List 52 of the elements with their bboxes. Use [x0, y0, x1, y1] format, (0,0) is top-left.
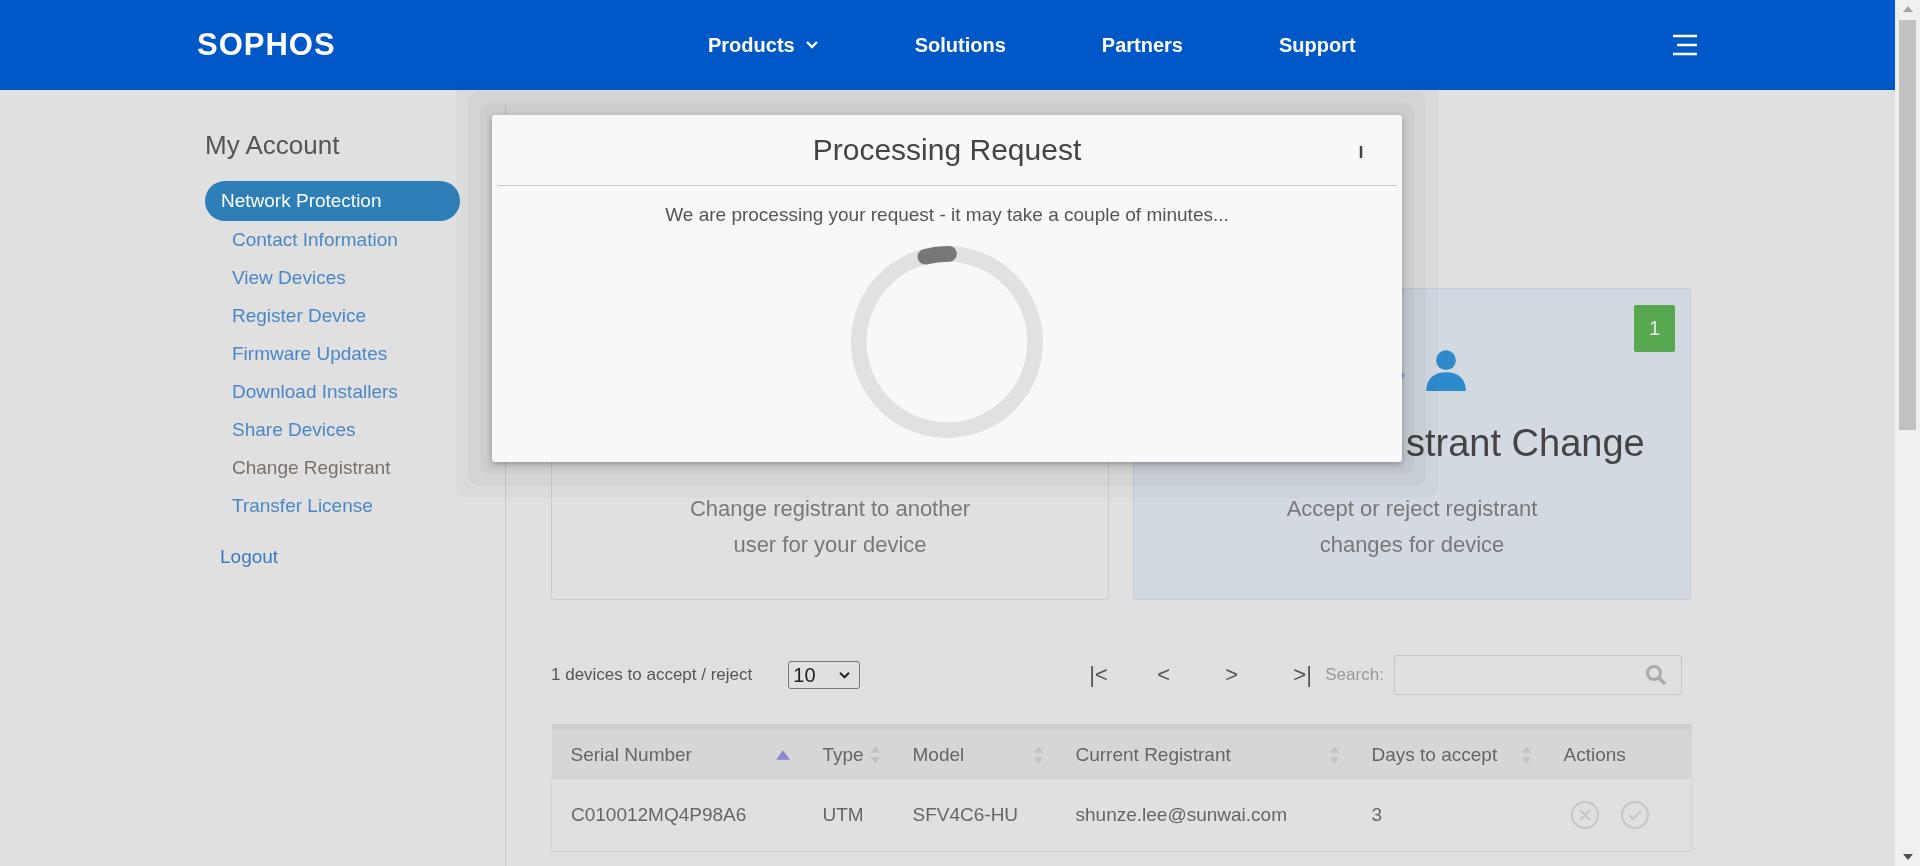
sidebar-subitem[interactable]: Download Installers: [205, 373, 398, 411]
nav-link[interactable]: Products: [708, 33, 819, 57]
sidebar-item[interactable]: Network Protection: [205, 181, 460, 221]
logo[interactable]: SOPHOS: [197, 27, 708, 63]
page-size-select[interactable]: 10: [788, 661, 861, 689]
search-icon: [1644, 664, 1667, 686]
accept-icon[interactable]: [1619, 800, 1650, 830]
dialog-message: We are processing your request - it may take a couple of minutes...: [665, 204, 1229, 226]
sidebar-subitem[interactable]: Transfer License: [205, 487, 373, 525]
scroll-up-icon[interactable]: [1902, 6, 1913, 12]
card-description: Change registrant to another user for your device: [688, 495, 972, 559]
search-label: Search:: [1325, 665, 1384, 685]
sidebar-subitem[interactable]: Contact Information: [205, 221, 398, 259]
column-header[interactable]: Days to accept: [1352, 727, 1545, 779]
dialog-title: Processing Request: [812, 133, 1082, 167]
sidebar-subitem[interactable]: Firmware Updates: [205, 335, 388, 373]
card-title: strant Change: [1405, 420, 1646, 466]
scrollbar-thumb[interactable]: [1899, 20, 1916, 430]
column-header[interactable]: Type: [803, 727, 894, 779]
card-description: Accept or reject registrant changes for device: [1285, 495, 1539, 559]
column-header[interactable]: Actions: [1544, 727, 1692, 779]
nav-link[interactable]: Solutions: [914, 33, 1006, 57]
table-cell: 3: [1352, 779, 1545, 852]
column-header[interactable]: Serial Number: [551, 727, 804, 779]
scrollbar[interactable]: [1895, 0, 1920, 866]
pagination-button[interactable]: >|: [1293, 662, 1326, 688]
column-header[interactable]: Current Registrant: [1056, 727, 1353, 779]
chevron-down-icon: [838, 670, 852, 680]
reject-icon[interactable]: [1569, 800, 1600, 830]
device-count-text: 1 devices to accept / reject: [551, 665, 753, 685]
pagination-button[interactable]: >: [1225, 662, 1258, 688]
pagination-button[interactable]: <: [1157, 662, 1190, 688]
sidebar-title: My Account: [205, 130, 340, 161]
search-field[interactable]: [1393, 655, 1682, 695]
pagination-button[interactable]: |<: [1089, 662, 1122, 688]
table-cell: UTM: [803, 779, 894, 852]
scroll-down-icon[interactable]: [1902, 854, 1913, 860]
table-cell: C010012MQ4P98A6: [551, 779, 804, 852]
sidebar-item[interactable]: Logout: [205, 537, 459, 577]
nav-link[interactable]: Support: [1278, 33, 1356, 57]
menu-icon[interactable]: [1671, 33, 1699, 57]
chevron-down-icon: [804, 40, 819, 50]
column-header[interactable]: Model: [893, 727, 1057, 779]
table-cell: SFV4C6-HU: [893, 779, 1057, 852]
nav-link[interactable]: Partners: [1101, 33, 1183, 57]
sidebar-subitem[interactable]: View Devices: [205, 259, 346, 297]
sidebar-subitem[interactable]: Change Registrant: [205, 449, 391, 487]
count-badge: 1: [1633, 305, 1675, 352]
table-cell: shunze.lee@sunwai.com: [1056, 779, 1353, 852]
sidebar-subitem[interactable]: Share Devices: [205, 411, 356, 449]
person-icon: [1423, 347, 1468, 391]
sidebar-subitem[interactable]: Register Device: [205, 297, 367, 335]
